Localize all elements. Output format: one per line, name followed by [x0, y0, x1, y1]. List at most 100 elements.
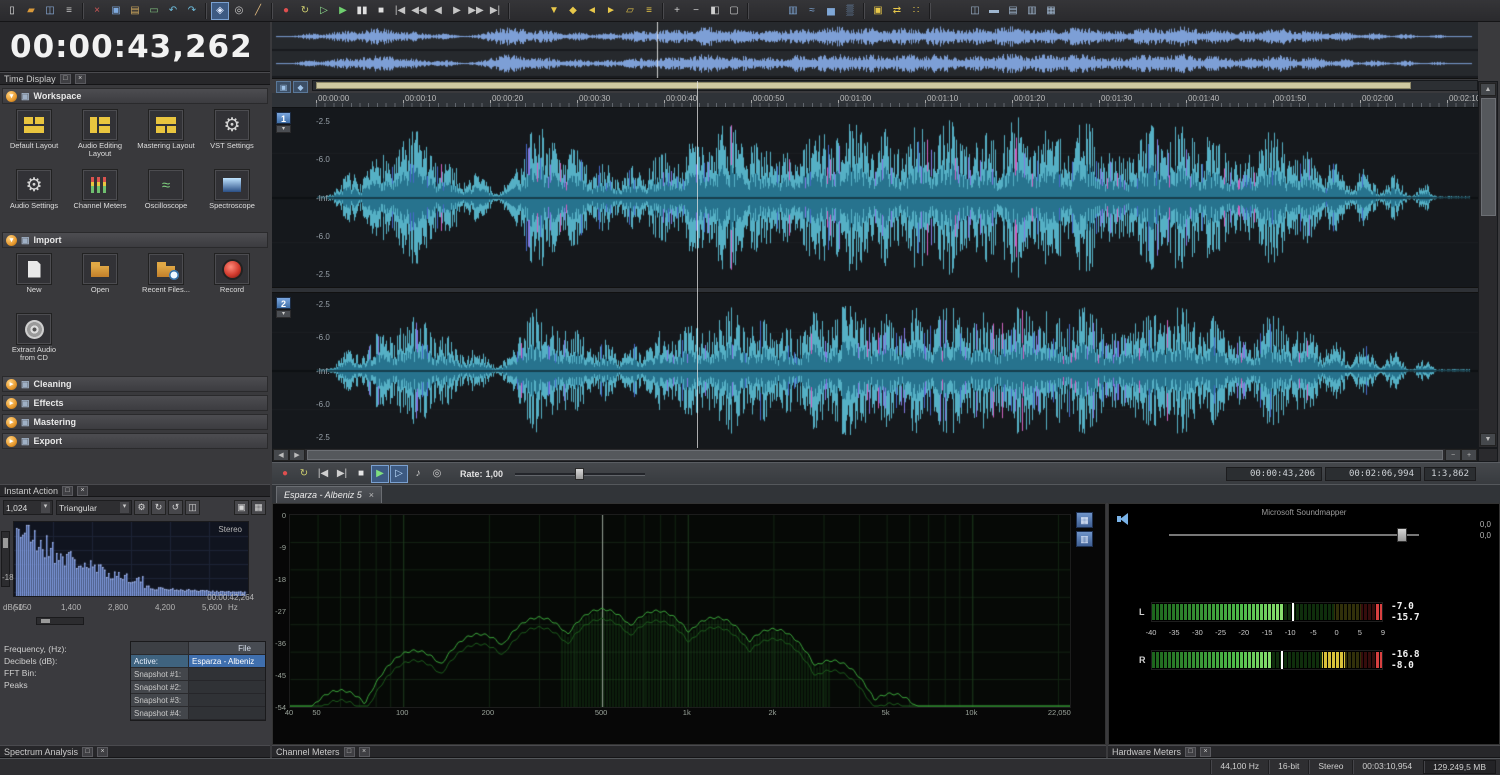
scroll-right-icon[interactable]: ▶ — [289, 449, 305, 461]
workspace-item-recent-files[interactable]: Recent Files... — [135, 251, 197, 311]
spectrum-graph[interactable] — [13, 521, 249, 597]
regions-list-button[interactable]: ≡ — [640, 2, 658, 20]
zoom-out-icon[interactable]: − — [1445, 449, 1461, 461]
workspace-item-extract-audio-from-cd[interactable]: Extract Audio from CD — [3, 311, 65, 371]
time-ruler[interactable]: 00:00:00 00:00:10 00:00:20 00:00:30 00:00:40… — [272, 93, 1478, 108]
tile-vertical-button[interactable]: ▬ — [985, 2, 1003, 20]
file-properties-button[interactable]: ≡ — [60, 2, 78, 20]
workspace-item-mastering-layout[interactable]: Mastering Layout — [135, 107, 197, 167]
lock-markers-button[interactable]: ▣ — [869, 2, 887, 20]
step-forward-button[interactable]: ▶ — [448, 2, 466, 20]
workspace-item-audio-settings[interactable]: ⚙ Audio Settings — [3, 167, 65, 227]
zoom-selection-button[interactable]: ◧ — [706, 2, 724, 20]
workspace-item-new[interactable]: New — [3, 251, 65, 311]
waveform-channel-1[interactable] — [272, 108, 1478, 287]
level-meter-right[interactable] — [1151, 650, 1383, 670]
waveform-channel-2[interactable] — [272, 293, 1478, 448]
table-row[interactable]: Snapshot #4: — [131, 707, 265, 720]
tile-horizontal-button[interactable]: ◫ — [966, 2, 984, 20]
scroll-up-icon[interactable]: ▲ — [1480, 83, 1496, 96]
horizontal-scrollbar-thumb[interactable] — [307, 450, 1443, 460]
magnify-tool-button[interactable]: ◎ — [230, 2, 248, 20]
edit-tool-button[interactable]: ◈ — [211, 1, 229, 20]
vertical-scrollbar[interactable]: ▲ ▼ — [1478, 81, 1498, 448]
monitor-button[interactable]: ◎ — [428, 465, 446, 483]
loop-playback-button[interactable]: ↻ — [296, 2, 314, 20]
play-button[interactable]: ▶ — [334, 2, 352, 20]
hold-display-button[interactable]: ▣ — [234, 500, 249, 515]
go-to-end-button[interactable]: ▶| — [486, 2, 504, 20]
section-header-cleaning[interactable]: ▸ ▣ Cleaning — [2, 376, 268, 392]
rate-slider-thumb[interactable] — [575, 467, 585, 480]
workspace-item-open[interactable]: Open — [69, 251, 131, 311]
step-back-button[interactable]: ◀ — [429, 2, 447, 20]
auto-ripple-button[interactable]: ⇄ — [888, 2, 906, 20]
stop-button[interactable]: ■ — [352, 465, 370, 483]
section-header-mastering[interactable]: ▸ ▣ Mastering — [2, 414, 268, 430]
record-button[interactable]: ● — [276, 465, 294, 483]
save-snapshot-button[interactable]: ◫ — [185, 500, 200, 515]
meter-settings-button[interactable]: ▦ — [1076, 512, 1093, 528]
rewind-button[interactable]: ◀◀ — [410, 2, 428, 20]
workspace-item-oscilloscope[interactable]: ≈ Oscilloscope — [135, 167, 197, 227]
rate-slider[interactable] — [515, 467, 646, 481]
loop-playback-button[interactable]: ↻ — [295, 465, 313, 483]
table-row[interactable]: Active: Esparza - Albeniz — [131, 655, 265, 668]
refresh-analysis-button[interactable]: ↻ — [151, 500, 166, 515]
playhead-cursor[interactable] — [697, 81, 698, 448]
open-file-button[interactable]: ▰ — [22, 2, 40, 20]
slider-thumb[interactable] — [41, 619, 50, 623]
sonogram-view-button[interactable]: ▒ — [841, 2, 859, 20]
table-row[interactable]: Snapshot #1: — [131, 668, 265, 681]
section-header-export[interactable]: ▸ ▣ Export — [2, 433, 268, 449]
new-file-button[interactable]: ▯ — [3, 2, 21, 20]
next-marker-button[interactable]: ► — [602, 2, 620, 20]
close-window-icon[interactable]: × — [97, 746, 109, 757]
grid-toggle-button[interactable]: ▦ — [251, 500, 266, 515]
scroll-left-icon[interactable]: ◀ — [273, 449, 289, 461]
zoom-in-time-button[interactable]: + — [668, 2, 686, 20]
go-to-start-button[interactable]: |◀ — [391, 2, 409, 20]
workspace-item-channel-meters[interactable]: Channel Meters — [69, 167, 131, 227]
copy-button[interactable]: ▣ — [107, 2, 125, 20]
workspace-item-record[interactable]: Record — [201, 251, 263, 311]
level-meter-left[interactable] — [1151, 602, 1383, 622]
channel-2-button[interactable]: 2 — [276, 297, 291, 309]
section-header-effects[interactable]: ▸ ▣ Effects — [2, 395, 268, 411]
save-file-button[interactable]: ◫ — [41, 2, 59, 20]
redo-button[interactable]: ↷ — [183, 2, 201, 20]
document-tab[interactable]: Esparza - Albeniz 5 × — [276, 486, 382, 503]
close-window-icon[interactable]: × — [1200, 746, 1212, 757]
snap-toggle-button[interactable]: ∷ — [907, 2, 925, 20]
float-window-icon[interactable]: □ — [343, 746, 355, 757]
float-window-icon[interactable]: □ — [62, 485, 74, 496]
vertical-scrollbar-thumb[interactable] — [1481, 98, 1496, 216]
workspace-view-b-button[interactable]: ▦ — [1042, 2, 1060, 20]
channel-2-menu-icon[interactable]: ▾ — [276, 310, 291, 318]
spectrum-horizontal-slider[interactable] — [36, 617, 84, 625]
oscilloscope-view-button[interactable]: ≈ — [803, 2, 821, 20]
undo-button[interactable]: ↶ — [164, 2, 182, 20]
spectrum-analyzer-graph[interactable] — [289, 514, 1071, 708]
zoom-in-icon[interactable]: + — [1461, 449, 1477, 461]
trim-crop-button[interactable]: ▭ — [145, 2, 163, 20]
gain-slider-thumb[interactable] — [1397, 528, 1407, 542]
section-header-import[interactable]: ▾ ▣ Import — [2, 232, 268, 248]
drop-region-button[interactable]: ◆ — [564, 2, 582, 20]
channel-1-menu-icon[interactable]: ▾ — [276, 125, 291, 133]
stop-button[interactable]: ■ — [372, 2, 390, 20]
scroll-down-icon[interactable]: ▼ — [1480, 433, 1496, 446]
snap-toggle-button[interactable]: ◆ — [293, 81, 308, 93]
edit-sync-lock-button[interactable]: ▣ — [276, 81, 291, 93]
close-window-icon[interactable]: × — [358, 746, 370, 757]
workspace-item-vst-settings[interactable]: ⚙ VST Settings — [201, 107, 263, 167]
overview-scrollbar[interactable] — [312, 80, 1478, 91]
section-header-workspace[interactable]: ▾ ▣ Workspace — [2, 88, 268, 104]
horizontal-scrollbar[interactable]: ◀ ▶ − + — [272, 448, 1478, 462]
channel-1-button[interactable]: 1 — [276, 112, 291, 124]
tab-close-icon[interactable]: × — [369, 490, 374, 500]
overview-waveform[interactable] — [272, 22, 1478, 79]
close-window-icon[interactable]: × — [74, 73, 86, 84]
overview-scrollbar-thumb[interactable] — [316, 82, 1411, 89]
table-row[interactable]: Snapshot #3: — [131, 694, 265, 707]
